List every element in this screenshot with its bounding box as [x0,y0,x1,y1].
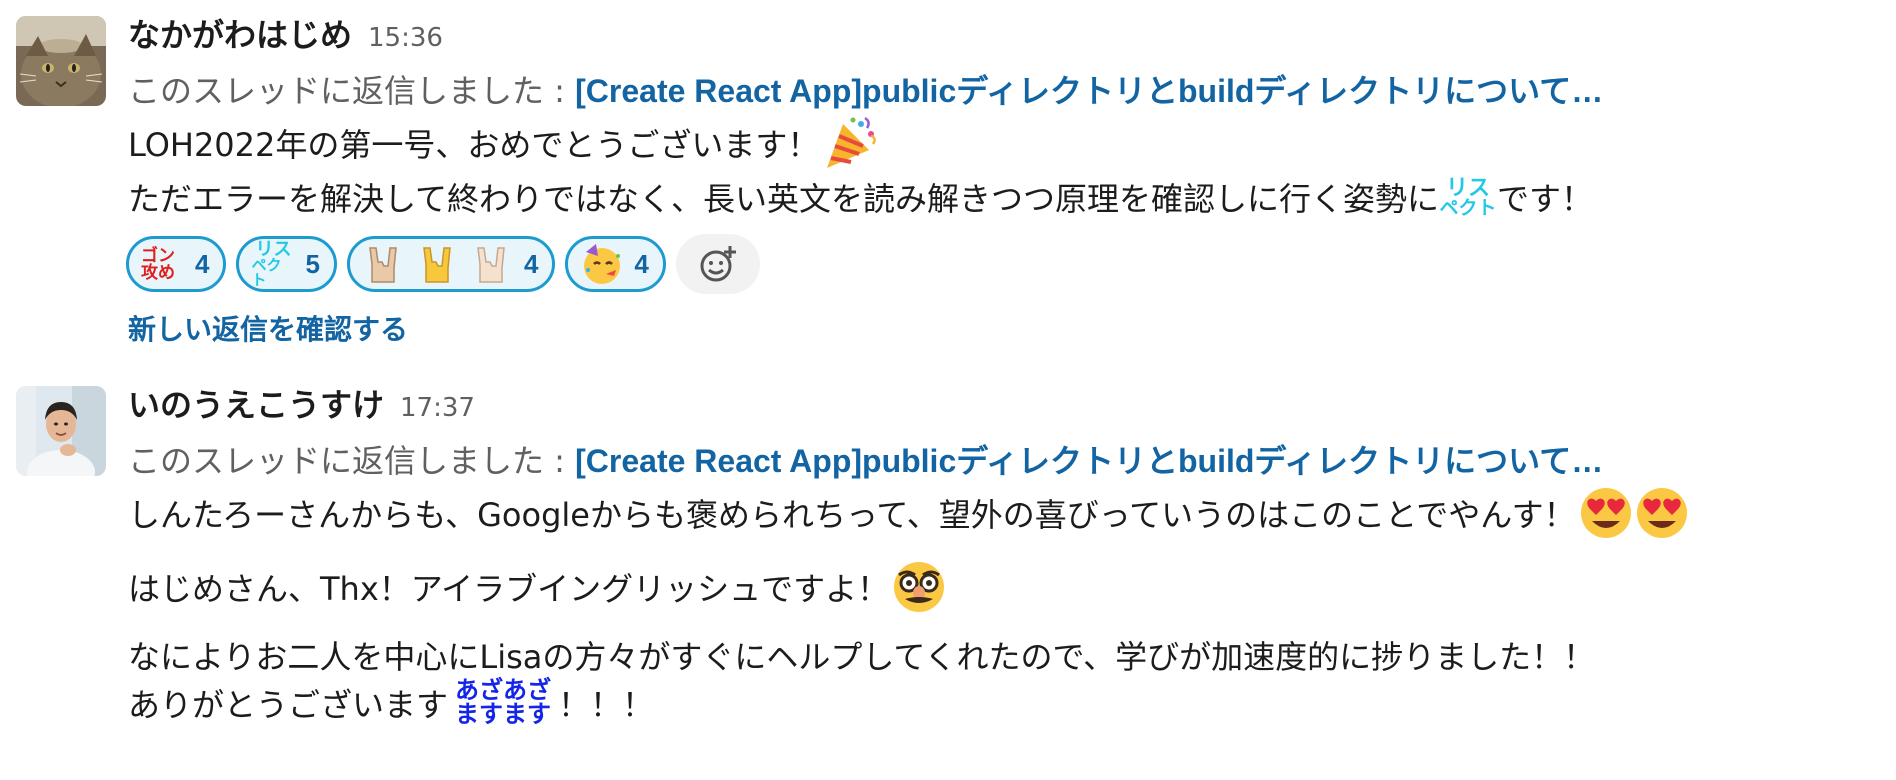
avatar-cat[interactable] [16,16,106,106]
message-text-line: はじめさん、Thx！アイラブイングリッシュですよ！ [128,556,947,618]
gon-zeme-emoji-icon: ゴン攻め [141,244,185,284]
timestamp[interactable]: 15:36 [368,23,443,53]
respect-bottom: ペクト [251,257,282,289]
thread-link[interactable]: [Create React App]publicディレクトリとbuildディレク… [575,443,1603,479]
heart-eyes-icon [1634,485,1690,541]
avatar-person[interactable] [16,386,106,476]
azas-top: あざあざ [455,677,552,704]
azas-bottom: ますます [455,701,552,728]
reaction-count: 4 [523,248,539,279]
message-text: しんたろーさんからも、Googleからも褒められちって、望外の喜びっていうのはこ… [128,496,1576,534]
add-emoji-icon [700,246,736,282]
reaction-sign-of-the-horns[interactable]: 4 [346,236,556,292]
message-header: なかがわはじめ 15:36 [128,10,443,56]
respect-top: リス [1446,174,1491,200]
message-text-line: LOH2022年の第一号、おめでとうございます！ [128,116,879,168]
timestamp[interactable]: 17:37 [400,393,475,423]
message-text: ありがとうございます [128,686,449,724]
thread-reply-line: このスレッドに返信しました : [Create React App]public… [128,66,1603,112]
reaction-gon-zeme[interactable]: ゴン攻め 4 [126,236,227,292]
thread-prefix: このスレッドに返信しました : [128,442,576,480]
sign-of-the-horns-icon [470,242,514,286]
respect-emoji-icon: リス ペクト [251,239,295,289]
reaction-respect[interactable]: リス ペクト 5 [236,236,337,292]
message-text: ただエラーを解決して終わりではなく、長い英文を読み解きつつ原理を確認しに行く姿勢… [128,180,1440,218]
message-text-line: ありがとうございます あざあざ ますます ！！！ [128,676,654,730]
author-name[interactable]: なかがわはじめ [128,10,352,56]
add-reaction-button[interactable] [675,234,760,294]
message-1: なかがわはじめ 15:36 このスレッドに返信しました : [Create Re… [0,0,1896,360]
author-name[interactable]: いのうえこうすけ [128,380,384,426]
reaction-count: 5 [305,248,320,279]
sign-of-the-horns-icon [416,242,460,286]
thread-prefix: このスレッドに返信しました : [128,72,576,110]
message-text: はじめさん、Thx！アイラブイングリッシュですよ！ [128,570,890,608]
message-text-line: ただエラーを解決して終わりではなく、長い英文を読み解きつつ原理を確認しに行く姿勢… [128,170,1593,224]
heart-eyes-icon [1578,485,1634,541]
respect-bottom: ペクト [1439,197,1497,219]
message-header: いのうえこうすけ 17:37 [128,380,475,426]
party-popper-icon [821,114,879,172]
message-2: いのうえこうすけ 17:37 このスレッドに返信しました : [Create R… [0,370,1896,780]
partying-face-icon [580,242,624,286]
message-text-line: なによりお二人を中心にLisaの方々がすぐにヘルプしてくれたので、学びが加速度的… [128,628,1595,682]
person-avatar-image [16,386,106,476]
message-text: LOH2022年の第一号、おめでとうございます！ [128,126,820,164]
message-text-line: しんたろーさんからも、Googleからも褒められちって、望外の喜びっていうのはこ… [128,482,1690,544]
reaction-count: 4 [634,248,649,279]
cat-avatar-image [16,16,106,106]
disguised-face-icon [891,559,947,615]
reaction-partying-face[interactable]: 4 [565,236,666,292]
message-text: なによりお二人を中心にLisaの方々がすぐにヘルプしてくれたので、学びが加速度的… [128,638,1596,676]
thread-link[interactable]: [Create React App]publicディレクトリとbuildディレク… [575,73,1603,109]
message-text: ！！！ [558,686,655,724]
sign-of-the-horns-icon [362,242,406,286]
gon-zeme-label: ゴン攻め [141,246,175,282]
reaction-count: 4 [195,248,210,279]
respect-top: リス [255,239,292,259]
reactions-bar: ゴン攻め 4 リス ペクト 5 4 4 [126,234,760,294]
azas-emoji-icon: あざあざ ますます [448,676,558,730]
view-new-replies-link[interactable]: 新しい返信を確認する [128,308,408,348]
message-text: です！ [1497,180,1594,218]
thread-reply-line: このスレッドに返信しました : [Create React App]public… [128,436,1603,482]
respect-emoji-icon: リス ペクト [1439,170,1497,224]
